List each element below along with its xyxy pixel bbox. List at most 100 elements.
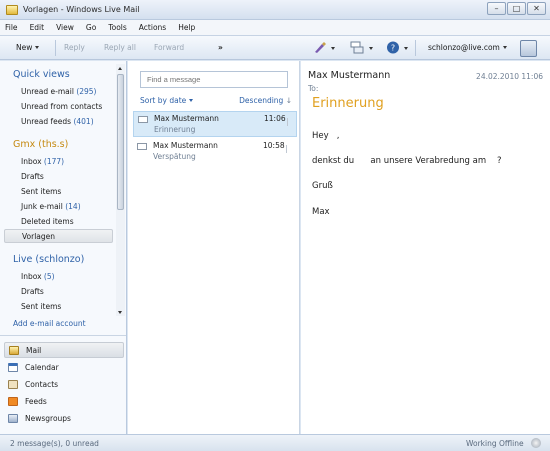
calendar-icon xyxy=(8,362,18,372)
folder-unread-email[interactable]: Unread e-mail (295) xyxy=(21,87,96,96)
layout-menu-icon[interactable] xyxy=(350,41,364,54)
sort-order-label: Descending xyxy=(239,96,284,105)
envelope-icon xyxy=(137,143,147,150)
message-list-pane: Sort by date Descending ↓ Max Mustermann… xyxy=(128,61,300,434)
contacts-button-icon[interactable] xyxy=(520,40,537,57)
folder-pane: Quick views Unread e-mail (295) Unread f… xyxy=(0,61,127,434)
svg-text:?: ? xyxy=(391,44,395,53)
folder-list: Quick views Unread e-mail (295) Unread f… xyxy=(0,61,116,314)
reply-all-button[interactable]: Reply all xyxy=(104,43,136,52)
layout-dropdown-icon[interactable] xyxy=(369,47,373,50)
title-bar: Vorlagen - Windows Live Mail – □ ✕ xyxy=(0,0,550,20)
customize-brush-icon[interactable] xyxy=(313,41,327,54)
forward-button[interactable]: Forward xyxy=(154,43,184,52)
sort-by-menu[interactable]: Sort by date xyxy=(140,96,194,105)
sort-down-arrow-icon: ↓ xyxy=(285,96,292,105)
reading-to-label: To: xyxy=(308,84,319,93)
reading-pane: Max Mustermann 24.02.2010 11:06 To: Erin… xyxy=(301,61,550,434)
menu-edit[interactable]: Edit xyxy=(30,23,45,32)
message-row[interactable]: Max Mustermann Verspätung 10:58 xyxy=(133,139,297,165)
nav-mail[interactable]: Mail xyxy=(4,342,124,358)
menu-file[interactable]: File xyxy=(5,23,18,32)
scroll-thumb[interactable] xyxy=(117,74,124,210)
nav-feeds[interactable]: Feeds xyxy=(4,393,124,409)
more-commands-button[interactable]: » xyxy=(218,43,223,52)
pane-divider xyxy=(0,335,126,336)
scroll-up-arrow-icon[interactable] xyxy=(118,67,122,70)
folder-unread-feeds[interactable]: Unread feeds (401) xyxy=(21,117,94,126)
envelope-icon xyxy=(138,116,148,123)
account-dropdown-icon xyxy=(502,46,507,49)
message-sender: Max Mustermann xyxy=(153,141,218,150)
message-row-selected[interactable]: Max Mustermann Erinnerung 11:06 xyxy=(133,111,297,137)
body-line: Max xyxy=(312,207,330,217)
reading-subject: Erinnerung xyxy=(312,96,384,111)
gmx-account-header[interactable]: Gmx (ths.s) xyxy=(13,139,68,150)
nav-calendar[interactable]: Calendar xyxy=(4,359,124,375)
menu-view[interactable]: View xyxy=(56,23,74,32)
app-envelope-icon xyxy=(6,4,18,15)
folder-scrollbar[interactable] xyxy=(116,64,125,316)
live-account-header[interactable]: Live (schlonzo) xyxy=(13,254,84,265)
body-line: denkst du an unsere Verabredung am ? xyxy=(312,156,502,166)
folder-label: Junk e-mail xyxy=(21,202,63,211)
folder-label: Deleted items xyxy=(21,217,74,226)
sort-order-toggle[interactable]: Descending ↓ xyxy=(239,96,292,105)
toolbar-separator xyxy=(415,40,416,56)
sort-dropdown-icon xyxy=(189,99,194,102)
account-menu[interactable]: schlonzo@live.com xyxy=(428,43,507,52)
menu-actions[interactable]: Actions xyxy=(139,23,166,32)
menu-go[interactable]: Go xyxy=(86,23,96,32)
quick-views-header[interactable]: Quick views xyxy=(13,69,70,80)
new-button[interactable]: New xyxy=(16,43,40,52)
customize-dropdown-icon[interactable] xyxy=(331,47,335,50)
folder-count: (14) xyxy=(65,202,81,211)
maximize-button[interactable]: □ xyxy=(507,2,526,15)
message-time: 11:06 xyxy=(264,114,286,123)
flag-icon[interactable] xyxy=(287,118,293,126)
nav-newsgroups[interactable]: Newsgroups xyxy=(4,410,124,426)
folder-count: (5) xyxy=(43,272,55,281)
toolbar-separator xyxy=(55,40,56,56)
contacts-icon xyxy=(8,379,18,389)
gmx-sent-items[interactable]: Sent items xyxy=(21,187,61,196)
live-inbox[interactable]: Inbox (5) xyxy=(21,272,55,281)
account-email: schlonzo@live.com xyxy=(428,43,500,52)
flag-icon[interactable] xyxy=(286,145,292,153)
sort-by-label: Sort by date xyxy=(140,96,187,105)
gmx-vorlagen-selected[interactable]: Vorlagen xyxy=(4,229,113,243)
gmx-inbox[interactable]: Inbox (177) xyxy=(21,157,64,166)
nav-label: Feeds xyxy=(25,396,47,406)
close-button[interactable]: ✕ xyxy=(527,2,546,15)
new-dropdown-arrow-icon[interactable] xyxy=(35,46,40,49)
folder-label: Unread e-mail xyxy=(21,87,74,96)
scroll-down-arrow-icon[interactable] xyxy=(118,311,122,314)
folder-unread-contacts[interactable]: Unread from contacts xyxy=(21,102,102,111)
live-drafts[interactable]: Drafts xyxy=(21,287,44,296)
menu-tools[interactable]: Tools xyxy=(108,23,126,32)
live-sent-items[interactable]: Sent items xyxy=(21,302,61,311)
newsgroups-icon xyxy=(8,413,18,423)
gmx-deleted-items[interactable]: Deleted items xyxy=(21,217,74,226)
add-email-account-link[interactable]: Add e-mail account xyxy=(13,319,86,328)
nav-label: Calendar xyxy=(25,362,59,372)
menu-help[interactable]: Help xyxy=(178,23,195,32)
search-input[interactable] xyxy=(140,71,288,88)
help-icon[interactable]: ? xyxy=(386,41,400,54)
folder-label: Drafts xyxy=(21,172,44,181)
window-title: Vorlagen - Windows Live Mail xyxy=(23,5,140,14)
window-controls: – □ ✕ xyxy=(487,2,546,15)
offline-status[interactable]: Working Offline xyxy=(466,439,524,448)
reply-button[interactable]: Reply xyxy=(64,43,85,52)
nav-contacts[interactable]: Contacts xyxy=(4,376,124,392)
reading-sender: Max Mustermann xyxy=(308,70,391,81)
minimize-button[interactable]: – xyxy=(487,2,506,15)
toolbar: New Reply Reply all Forward » ? schlonzo… xyxy=(0,36,550,60)
message-sender: Max Mustermann xyxy=(154,114,219,123)
folder-label: Drafts xyxy=(21,287,44,296)
help-dropdown-icon[interactable] xyxy=(404,47,408,50)
gmx-junk-email[interactable]: Junk e-mail (14) xyxy=(21,202,81,211)
gmx-drafts[interactable]: Drafts xyxy=(21,172,44,181)
folder-count: (177) xyxy=(43,157,65,166)
message-subject: Erinnerung xyxy=(154,125,196,134)
